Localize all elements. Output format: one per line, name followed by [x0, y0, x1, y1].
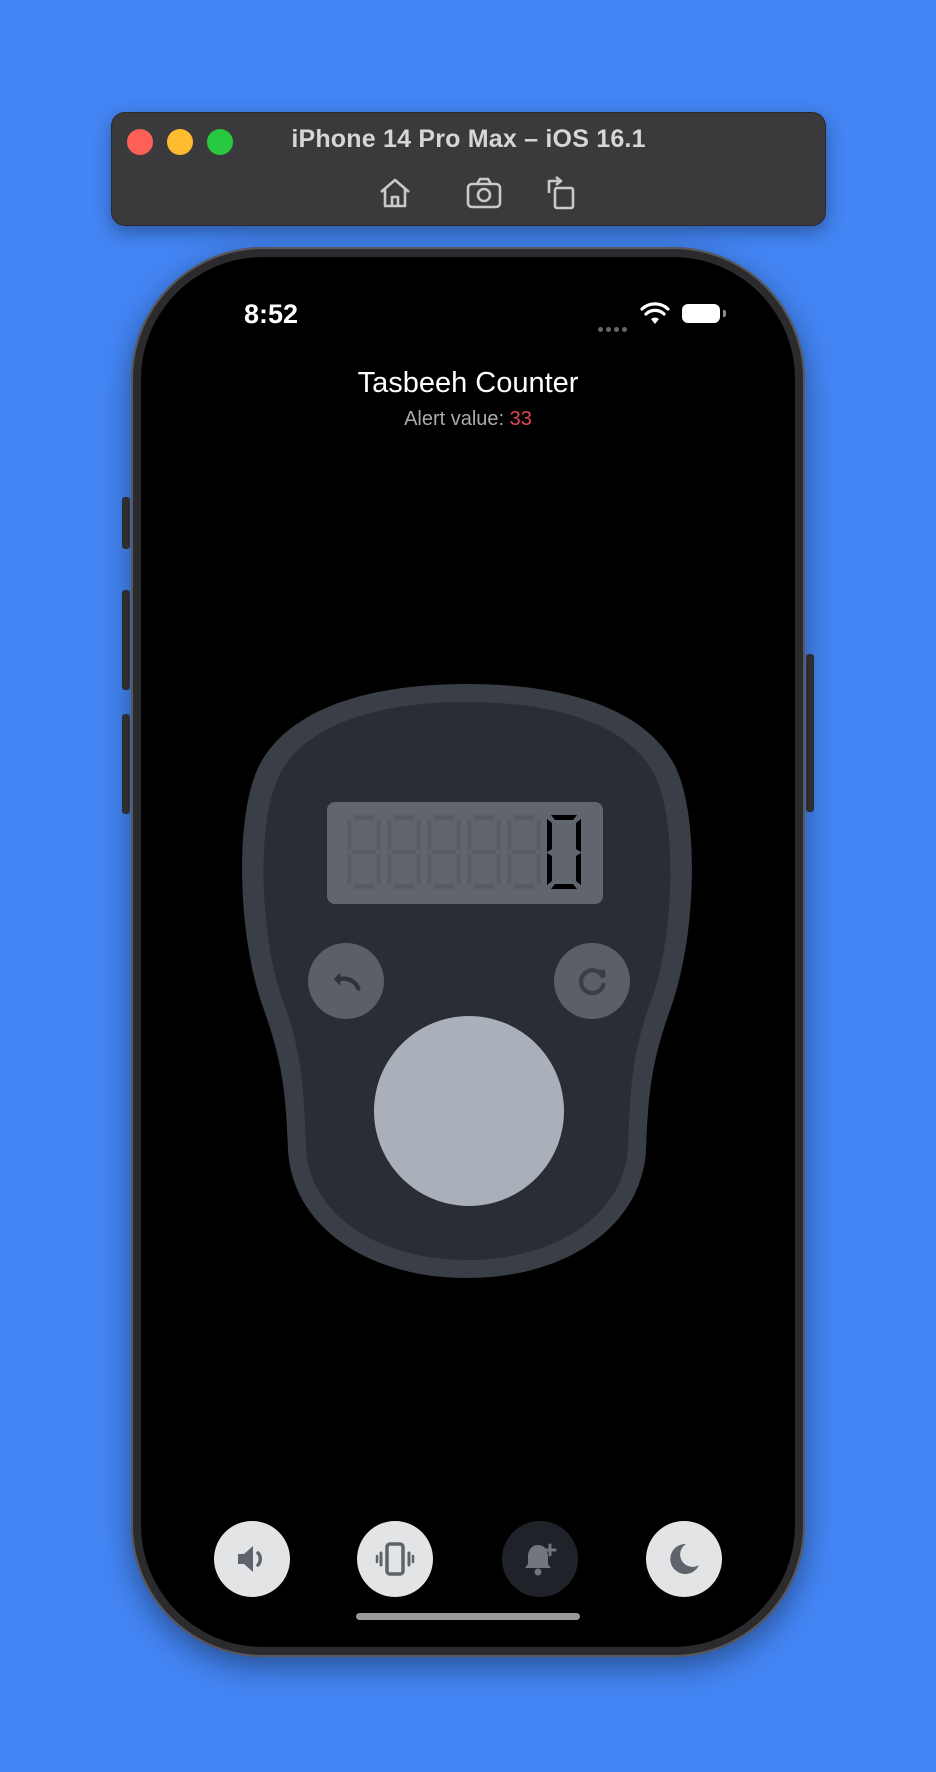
ghost-digit	[505, 813, 543, 891]
counter-display: 0	[327, 802, 603, 904]
app-title: Tasbeeh Counter	[357, 367, 579, 399]
dark-mode-toggle-button[interactable]	[646, 1521, 722, 1597]
ghost-digit	[385, 813, 423, 891]
simulator-toolbar: iPhone 14 Pro Max – iOS 16.1	[111, 112, 826, 226]
alert-value-line: Alert value: 33	[141, 408, 795, 431]
home-indicator[interactable]	[356, 1613, 580, 1620]
tasbeeh-counter: 0	[238, 680, 696, 1280]
ghost-digit	[465, 813, 503, 891]
rotate-icon[interactable]	[541, 173, 581, 213]
bell-plus-icon	[525, 1543, 557, 1576]
vibration-toggle-button[interactable]	[357, 1521, 433, 1597]
reset-button[interactable]	[554, 943, 630, 1019]
moon-icon	[670, 1543, 699, 1574]
signal-icon	[598, 319, 630, 337]
volume-up-button	[122, 590, 130, 690]
counter-value-digit: 0	[545, 813, 583, 891]
app-screen: 8:52 Tasbeeh Counter Alert value: 33	[141, 257, 795, 1647]
battery-icon	[682, 304, 720, 323]
reset-icon	[578, 968, 606, 996]
undo-icon	[333, 972, 361, 991]
power-button	[806, 654, 814, 812]
undo-button[interactable]	[308, 943, 384, 1019]
alert-label: Alert value:	[404, 408, 510, 430]
wifi-icon	[640, 302, 670, 324]
status-time: 8:52	[244, 299, 299, 329]
alert-value[interactable]: 33	[510, 408, 532, 430]
ghost-digit	[425, 813, 463, 891]
sound-toggle-button[interactable]	[214, 1521, 290, 1597]
ringer-switch	[122, 497, 130, 549]
ghost-digit	[345, 813, 383, 891]
battery-cap	[723, 310, 726, 317]
vibrate-icon	[375, 1542, 415, 1576]
set-alert-button[interactable]	[502, 1521, 578, 1597]
screenshot-icon[interactable]	[464, 173, 504, 213]
speaker-icon	[238, 1546, 262, 1572]
tap-button[interactable]	[374, 1016, 564, 1206]
volume-down-button	[122, 714, 130, 814]
home-icon[interactable]	[375, 173, 415, 213]
counter-digits: 0	[345, 813, 583, 891]
simulator-title: iPhone 14 Pro Max – iOS 16.1	[291, 125, 646, 153]
